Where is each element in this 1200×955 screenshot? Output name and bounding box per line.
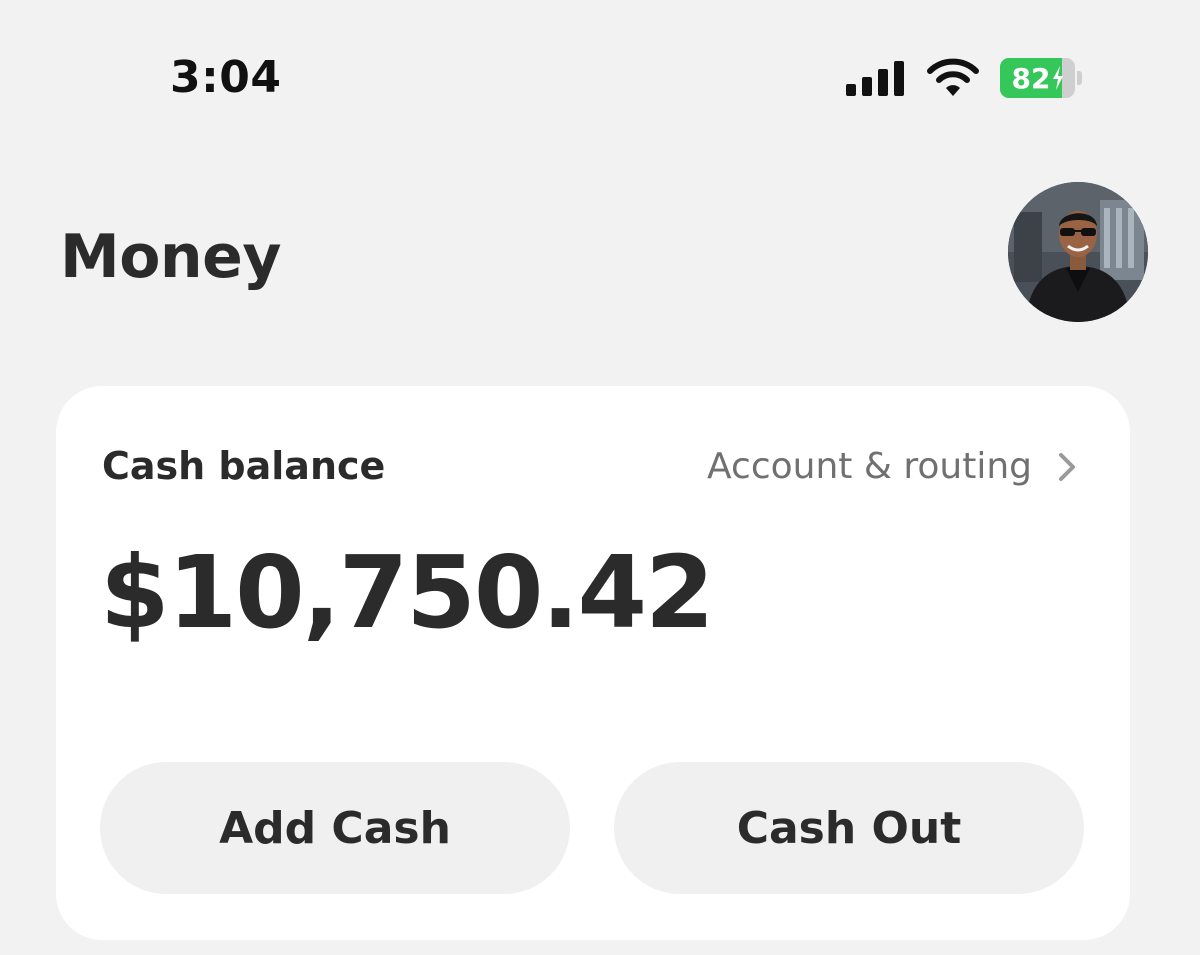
money-screen: 3:04 82 Money Cash balance Account & rou…	[0, 0, 1200, 955]
page-title: Money	[60, 222, 281, 292]
profile-avatar[interactable]	[1008, 182, 1148, 322]
battery-charging-icon: 82	[1000, 58, 1082, 98]
status-icons: 82	[846, 56, 1082, 100]
bolt-icon	[1052, 66, 1063, 90]
account-routing-label: Account & routing	[707, 446, 1032, 487]
signal-icon	[846, 61, 904, 96]
wifi-icon	[927, 58, 979, 96]
cash-balance-label: Cash balance	[102, 444, 386, 488]
battery-percent: 82	[1011, 61, 1051, 95]
cash-balance-amount: $10,750.42	[100, 534, 715, 651]
balance-card: Cash balance Account & routing $10,750.4…	[56, 386, 1130, 940]
status-time: 3:04	[170, 52, 282, 103]
avatar-photo	[1008, 182, 1148, 322]
add-cash-button[interactable]: Add Cash	[100, 762, 570, 894]
chevron-right-icon	[1059, 452, 1075, 481]
cash-out-button[interactable]: Cash Out	[614, 762, 1084, 894]
account-routing-link[interactable]: Account & routing	[707, 446, 1076, 487]
